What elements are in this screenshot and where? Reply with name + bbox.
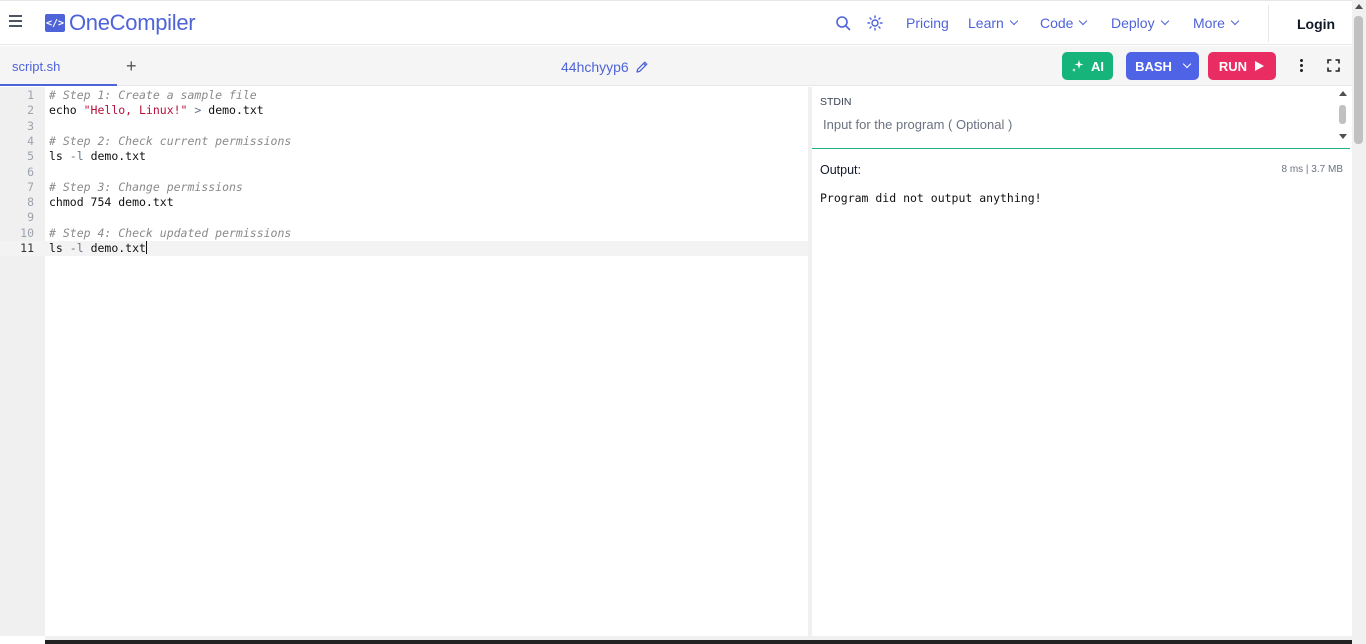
language-select-button[interactable]: BASH <box>1126 52 1199 80</box>
scroll-down-arrow-icon[interactable] <box>1339 134 1347 139</box>
search-icon[interactable] <box>835 15 851 31</box>
edit-pencil-icon[interactable] <box>635 60 649 74</box>
code-line[interactable]: 1 # Step 1: Create a sample file <box>0 88 808 103</box>
horizontal-scrollbar[interactable] <box>45 636 1352 644</box>
code-id[interactable]: 44hchyyp6 <box>561 59 649 75</box>
nav-pricing[interactable]: Pricing <box>906 15 949 31</box>
code-line[interactable]: 4 # Step 2: Check current permissions <box>0 134 808 149</box>
chevron-down-icon <box>1160 16 1169 26</box>
login-button[interactable]: Login <box>1297 16 1335 32</box>
output-label: Output: <box>820 163 861 177</box>
line-number: 1 <box>27 88 34 102</box>
line-code[interactable]: ls -l demo.txt <box>49 149 146 164</box>
nav-deploy[interactable]: Deploy <box>1111 15 1169 31</box>
editor-toolbar: script.sh + 44hchyyp6 AI BASH RUN <box>0 46 1352 86</box>
chevron-down-icon <box>1009 16 1019 26</box>
nav-code[interactable]: Code <box>1040 15 1088 31</box>
stdin-panel: STDIN Input for the program ( Optional ) <box>812 87 1350 149</box>
chevron-down-icon <box>1079 16 1088 26</box>
line-number: 6 <box>27 164 34 179</box>
code-line[interactable]: 3 <box>0 119 808 134</box>
output-text: Program did not output anything! <box>820 191 1042 205</box>
nav-divider <box>1268 5 1269 42</box>
nav-learn[interactable]: Learn <box>968 15 1019 31</box>
line-number: 8 <box>27 195 34 210</box>
tab-script-file[interactable]: script.sh <box>0 46 117 86</box>
theme-sun-icon[interactable] <box>867 15 883 31</box>
nav-more[interactable]: More <box>1193 15 1240 31</box>
line-code[interactable]: ls -l demo.txt <box>49 241 147 256</box>
code-line[interactable]: 5 ls -l demo.txt <box>0 149 808 164</box>
tab-label: script.sh <box>12 59 61 74</box>
line-number: 4 <box>27 133 34 148</box>
code-id-label: 44hchyyp6 <box>561 59 629 75</box>
more-options-icon[interactable] <box>1297 59 1305 73</box>
stdin-scrollbar[interactable] <box>1338 91 1348 143</box>
stdin-label: STDIN <box>820 96 852 108</box>
output-panel: Output: 8 ms | 3.7 MB Program did not ou… <box>812 150 1352 636</box>
code-line[interactable]: 10 # Step 4: Check updated permissions <box>0 226 808 241</box>
line-code[interactable]: echo "Hello, Linux!" > demo.txt <box>49 103 264 118</box>
fullscreen-icon[interactable] <box>1327 59 1340 72</box>
line-code[interactable]: # Step 2: Check current permissions <box>49 134 291 149</box>
ai-button[interactable]: AI <box>1062 52 1113 80</box>
scroll-up-arrow-icon[interactable] <box>1355 4 1363 9</box>
code-line[interactable]: 6 <box>0 165 808 180</box>
scrollbar-thumb[interactable] <box>1354 16 1363 144</box>
code-line[interactable]: 8 chmod 754 demo.txt <box>0 195 808 210</box>
line-number: 9 <box>27 210 34 225</box>
chevron-down-icon <box>1230 16 1240 26</box>
add-tab-button[interactable]: + <box>126 56 137 77</box>
chevron-down-icon <box>1182 59 1192 69</box>
line-code[interactable]: # Step 3: Change permissions <box>49 180 243 195</box>
code-editor[interactable]: 1 # Step 1: Create a sample file 2 echo "He… <box>0 87 808 636</box>
line-code[interactable]: chmod 754 demo.txt <box>49 195 174 210</box>
line-number: 7 <box>27 179 34 194</box>
play-icon <box>1255 61 1265 71</box>
line-code[interactable]: # Step 4: Check updated permissions <box>49 226 291 241</box>
code-line[interactable]: 2 echo "Hello, Linux!" > demo.txt <box>0 103 808 118</box>
stdin-input[interactable]: Input for the program ( Optional ) <box>823 117 1012 132</box>
page-scrollbar[interactable] <box>1352 0 1366 644</box>
line-number: 3 <box>27 118 34 133</box>
code-line[interactable]: 7 # Step 3: Change permissions <box>0 180 808 195</box>
line-number: 5 <box>27 149 34 164</box>
line-code[interactable]: # Step 1: Create a sample file <box>49 88 257 103</box>
scrollbar-thumb[interactable] <box>1339 105 1346 124</box>
logo[interactable]: </> OneCompiler <box>45 10 196 35</box>
line-number: 11 <box>20 241 34 255</box>
scroll-up-arrow-icon[interactable] <box>1339 91 1347 96</box>
code-line[interactable]: 11 ls -l demo.txt <box>0 241 808 256</box>
top-navbar: </> OneCompiler Pricing Learn Code Deplo… <box>0 0 1352 45</box>
execution-stats: 8 ms | 3.7 MB <box>1281 164 1343 175</box>
logo-mark-icon: </> <box>45 14 65 32</box>
line-number: 10 <box>20 225 34 240</box>
run-button[interactable]: RUN <box>1208 52 1276 80</box>
sparkle-icon <box>1072 60 1084 72</box>
logo-text: OneCompiler <box>69 10 196 35</box>
code-line[interactable]: 9 <box>0 210 808 225</box>
menu-icon[interactable] <box>9 15 22 27</box>
line-number: 2 <box>27 103 34 118</box>
